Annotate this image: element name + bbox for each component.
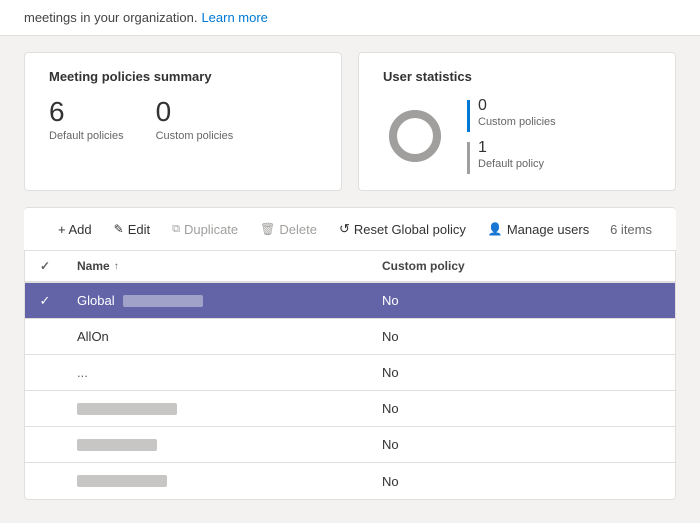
table-row[interactable]: No [25, 391, 675, 427]
row4-custom-policy-value: No [382, 401, 399, 416]
row4-name-blur [77, 403, 177, 415]
check-mark-icon: ✓ [40, 293, 51, 309]
row2-name-text: AllOn [77, 329, 109, 344]
delete-button[interactable]: 🗑 Delete [250, 217, 327, 242]
user-custom-label: Custom policies [478, 116, 556, 128]
manage-users-button[interactable]: 👤 Manage users [478, 217, 599, 242]
meeting-policies-stats: 6 Default policies 0 Custom policies [49, 98, 317, 142]
custom-policy-header-label: Custom policy [382, 259, 465, 273]
row3-custom-policy-value: No [382, 365, 399, 380]
table-row[interactable]: No [25, 463, 675, 499]
duplicate-label: Duplicate [184, 222, 238, 237]
table-row[interactable]: ... No [25, 355, 675, 391]
header-check-icon: ✓ [40, 259, 50, 273]
row1-name-blur [123, 295, 203, 307]
row4-name [65, 391, 370, 426]
meeting-policies-title: Meeting policies summary [49, 69, 317, 84]
row5-name-blur [77, 439, 157, 451]
row6-check [25, 463, 65, 499]
row2-custom-policy-value: No [382, 329, 399, 344]
user-statistics-card: User statistics 0 Custom policies [358, 52, 676, 191]
row5-check [25, 427, 65, 462]
table-row[interactable]: No [25, 427, 675, 463]
donut-svg [383, 104, 447, 168]
user-default-count: 1 [478, 140, 544, 156]
summary-section: Meeting policies summary 6 Default polic… [0, 36, 700, 207]
custom-policies-label: Custom policies [156, 130, 234, 142]
meeting-policies-card: Meeting policies summary 6 Default polic… [24, 52, 342, 191]
top-bar: meetings in your organization. Learn mor… [0, 0, 700, 36]
bottom-space [0, 500, 700, 516]
row1-name: Global [65, 283, 370, 318]
row3-custom-policy: No [370, 355, 675, 390]
items-count: 6 items [610, 222, 652, 237]
custom-policies-count: 0 [156, 98, 234, 126]
top-bar-text: meetings in your organization. [24, 10, 197, 25]
default-legend-text: 1 Default policy [478, 140, 544, 170]
duplicate-icon: ⧉ [172, 223, 180, 236]
row5-custom-policy: No [370, 427, 675, 462]
row1-custom-policy-value: No [382, 293, 399, 308]
custom-policies-stat: 0 Custom policies [156, 98, 234, 142]
reset-icon: ↺ [339, 221, 350, 237]
delete-icon: 🗑 [260, 222, 275, 236]
edit-button[interactable]: ✎ Edit [104, 217, 160, 242]
row1-check: ✓ [25, 283, 65, 318]
default-policies-count: 6 [49, 98, 124, 126]
row4-custom-policy: No [370, 391, 675, 426]
default-policies-label: Default policies [49, 130, 124, 142]
row3-name: ... [65, 355, 370, 390]
edit-icon: ✎ [114, 222, 124, 236]
manage-users-label: Manage users [507, 222, 589, 237]
manage-users-icon: 👤 [488, 222, 503, 236]
reset-label: Reset Global policy [354, 222, 466, 237]
custom-policy-column-header: Custom policy [370, 251, 675, 281]
default-bar [467, 142, 470, 174]
user-statistics-content: 0 Custom policies 1 Default policy [383, 98, 651, 174]
row6-custom-policy-value: No [382, 474, 399, 489]
default-policy-legend: 1 Default policy [467, 140, 556, 174]
learn-more-link[interactable]: Learn more [201, 10, 267, 25]
add-label: + Add [58, 222, 92, 237]
toolbar: + Add ✎ Edit ⧉ Duplicate 🗑 Delete ↺ Rese… [24, 207, 676, 251]
row1-name-text: Global [77, 293, 115, 308]
check-column-header: ✓ [25, 251, 65, 281]
user-custom-count: 0 [478, 98, 556, 114]
user-stats-legend: 0 Custom policies 1 Default policy [467, 98, 556, 174]
row3-name-text: ... [77, 365, 88, 380]
name-header-label: Name [77, 259, 110, 273]
table-row[interactable]: AllOn No [25, 319, 675, 355]
row1-custom-policy: No [370, 283, 675, 318]
custom-bar [467, 100, 470, 132]
reset-button[interactable]: ↺ Reset Global policy [329, 216, 476, 242]
custom-policies-legend: 0 Custom policies [467, 98, 556, 132]
table-header: ✓ Name ↑ Custom policy [25, 251, 675, 283]
row6-custom-policy: No [370, 463, 675, 499]
row2-check [25, 319, 65, 354]
edit-label: Edit [128, 222, 150, 237]
row2-name: AllOn [65, 319, 370, 354]
user-statistics-title: User statistics [383, 69, 651, 84]
table-row[interactable]: ✓ Global No [25, 283, 675, 319]
row6-name [65, 463, 370, 499]
policy-table: ✓ Name ↑ Custom policy ✓ Global No AllOn… [24, 251, 676, 500]
row6-name-blur [77, 475, 167, 487]
name-column-header[interactable]: Name ↑ [65, 251, 370, 281]
row5-custom-policy-value: No [382, 437, 399, 452]
default-policies-stat: 6 Default policies [49, 98, 124, 142]
row4-check [25, 391, 65, 426]
delete-label: Delete [279, 222, 317, 237]
sort-arrow-icon: ↑ [114, 261, 119, 272]
row3-check [25, 355, 65, 390]
row2-custom-policy: No [370, 319, 675, 354]
add-button[interactable]: + Add [48, 217, 102, 242]
donut-chart [383, 104, 447, 168]
user-default-label: Default policy [478, 158, 544, 170]
duplicate-button[interactable]: ⧉ Duplicate [162, 217, 248, 242]
row5-name [65, 427, 370, 462]
custom-legend-text: 0 Custom policies [478, 98, 556, 128]
